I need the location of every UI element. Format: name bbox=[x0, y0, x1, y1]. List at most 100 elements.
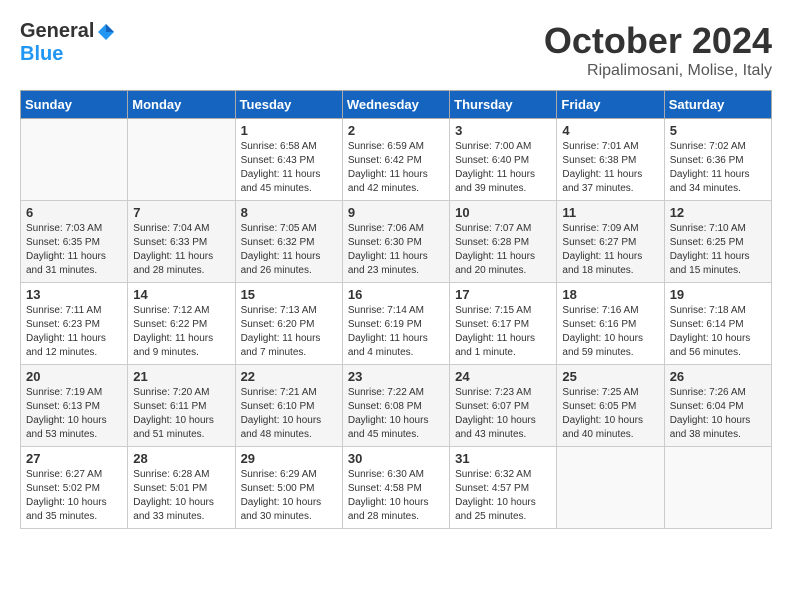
daylight-text: Daylight: 11 hours and 42 minutes. bbox=[348, 169, 428, 194]
sunrise-text: Sunrise: 7:19 AM bbox=[26, 387, 102, 398]
day-info: Sunrise: 7:02 AMSunset: 6:36 PMDaylight:… bbox=[670, 140, 766, 196]
header-saturday: Saturday bbox=[664, 91, 771, 119]
calendar-cell: 15Sunrise: 7:13 AMSunset: 6:20 PMDayligh… bbox=[235, 283, 342, 365]
logo-blue: Blue bbox=[20, 43, 63, 65]
day-number: 17 bbox=[455, 287, 551, 302]
day-number: 4 bbox=[562, 123, 658, 138]
calendar-cell: 22Sunrise: 7:21 AMSunset: 6:10 PMDayligh… bbox=[235, 365, 342, 447]
sunrise-text: Sunrise: 7:09 AM bbox=[562, 223, 638, 234]
calendar-cell: 5Sunrise: 7:02 AMSunset: 6:36 PMDaylight… bbox=[664, 119, 771, 201]
sunset-text: Sunset: 6:33 PM bbox=[133, 237, 207, 248]
header-friday: Friday bbox=[557, 91, 664, 119]
sunrise-text: Sunrise: 6:30 AM bbox=[348, 469, 424, 480]
daylight-text: Daylight: 10 hours and 45 minutes. bbox=[348, 415, 429, 440]
day-number: 23 bbox=[348, 369, 444, 384]
day-info: Sunrise: 7:12 AMSunset: 6:22 PMDaylight:… bbox=[133, 304, 229, 360]
calendar-cell: 16Sunrise: 7:14 AMSunset: 6:19 PMDayligh… bbox=[342, 283, 449, 365]
calendar-cell: 13Sunrise: 7:11 AMSunset: 6:23 PMDayligh… bbox=[21, 283, 128, 365]
day-number: 27 bbox=[26, 451, 122, 466]
sunrise-text: Sunrise: 7:16 AM bbox=[562, 305, 638, 316]
calendar-week-row: 6Sunrise: 7:03 AMSunset: 6:35 PMDaylight… bbox=[21, 201, 772, 283]
sunrise-text: Sunrise: 6:59 AM bbox=[348, 141, 424, 152]
daylight-text: Daylight: 11 hours and 39 minutes. bbox=[455, 169, 535, 194]
day-number: 28 bbox=[133, 451, 229, 466]
day-number: 13 bbox=[26, 287, 122, 302]
header-monday: Monday bbox=[128, 91, 235, 119]
day-number: 30 bbox=[348, 451, 444, 466]
day-info: Sunrise: 7:21 AMSunset: 6:10 PMDaylight:… bbox=[241, 386, 337, 442]
calendar-cell: 14Sunrise: 7:12 AMSunset: 6:22 PMDayligh… bbox=[128, 283, 235, 365]
day-info: Sunrise: 7:09 AMSunset: 6:27 PMDaylight:… bbox=[562, 222, 658, 278]
sunrise-text: Sunrise: 7:26 AM bbox=[670, 387, 746, 398]
day-number: 3 bbox=[455, 123, 551, 138]
day-info: Sunrise: 7:20 AMSunset: 6:11 PMDaylight:… bbox=[133, 386, 229, 442]
sunrise-text: Sunrise: 7:18 AM bbox=[670, 305, 746, 316]
calendar-cell: 28Sunrise: 6:28 AMSunset: 5:01 PMDayligh… bbox=[128, 447, 235, 529]
sunrise-text: Sunrise: 7:25 AM bbox=[562, 387, 638, 398]
calendar-cell: 8Sunrise: 7:05 AMSunset: 6:32 PMDaylight… bbox=[235, 201, 342, 283]
day-number: 29 bbox=[241, 451, 337, 466]
sunset-text: Sunset: 5:01 PM bbox=[133, 483, 207, 494]
day-number: 25 bbox=[562, 369, 658, 384]
sunrise-text: Sunrise: 7:12 AM bbox=[133, 305, 209, 316]
sunset-text: Sunset: 6:35 PM bbox=[26, 237, 100, 248]
calendar-week-row: 27 Sunrise: 6:27 AMSunset: 5:02 PMDayligh… bbox=[21, 447, 772, 529]
day-info: Sunrise: 7:05 AMSunset: 6:32 PMDaylight:… bbox=[241, 222, 337, 278]
logo-general: General bbox=[20, 20, 94, 43]
day-info: Sunrise: 7:19 AMSunset: 6:13 PMDaylight:… bbox=[26, 386, 122, 442]
calendar-cell: 18Sunrise: 7:16 AMSunset: 6:16 PMDayligh… bbox=[557, 283, 664, 365]
page-header: General Blue October 2024 Ripalimosani, … bbox=[20, 20, 772, 80]
calendar-cell bbox=[664, 447, 771, 529]
calendar-week-row: 13Sunrise: 7:11 AMSunset: 6:23 PMDayligh… bbox=[21, 283, 772, 365]
sunset-text: Sunset: 6:19 PM bbox=[348, 319, 422, 330]
daylight-text: Daylight: 10 hours and 56 minutes. bbox=[670, 333, 751, 358]
day-number: 16 bbox=[348, 287, 444, 302]
sunrise-text: Sunrise: 7:01 AM bbox=[562, 141, 638, 152]
day-info: Sunrise: 6:27 AMSunset: 5:02 PMDaylight:… bbox=[26, 468, 122, 524]
calendar-cell: 27 Sunrise: 6:27 AMSunset: 5:02 PMDayligh… bbox=[21, 447, 128, 529]
daylight-text: Daylight: 10 hours and 38 minutes. bbox=[670, 415, 751, 440]
sunrise-text: Sunrise: 7:21 AM bbox=[241, 387, 317, 398]
sunrise-text: Sunrise: 7:00 AM bbox=[455, 141, 531, 152]
daylight-text: Daylight: 10 hours and 48 minutes. bbox=[241, 415, 322, 440]
sunset-text: Sunset: 6:25 PM bbox=[670, 237, 744, 248]
sunset-text: Sunset: 6:30 PM bbox=[348, 237, 422, 248]
daylight-text: Daylight: 11 hours and 7 minutes. bbox=[241, 333, 321, 358]
title-section: October 2024 Ripalimosani, Molise, Italy bbox=[544, 20, 772, 80]
sunrise-text: Sunrise: 6:27 AM bbox=[26, 469, 102, 480]
daylight-text: Daylight: 10 hours and 53 minutes. bbox=[26, 415, 107, 440]
calendar-cell: 4Sunrise: 7:01 AMSunset: 6:38 PMDaylight… bbox=[557, 119, 664, 201]
daylight-text: Daylight: 10 hours and 51 minutes. bbox=[133, 415, 214, 440]
sunrise-text: Sunrise: 7:10 AM bbox=[670, 223, 746, 234]
day-info: Sunrise: 7:00 AMSunset: 6:40 PMDaylight:… bbox=[455, 140, 551, 196]
daylight-text: Daylight: 10 hours and 28 minutes. bbox=[348, 497, 429, 522]
calendar-week-row: 20 Sunrise: 7:19 AMSunset: 6:13 PMDayligh… bbox=[21, 365, 772, 447]
day-info: Sunrise: 6:29 AMSunset: 5:00 PMDaylight:… bbox=[241, 468, 337, 524]
calendar-cell: 23 Sunrise: 7:22 AMSunset: 6:08 PMDayligh… bbox=[342, 365, 449, 447]
sunset-text: Sunset: 5:00 PM bbox=[241, 483, 315, 494]
sunrise-text: Sunrise: 7:11 AM bbox=[26, 305, 101, 316]
daylight-text: Daylight: 11 hours and 15 minutes. bbox=[670, 251, 750, 276]
day-info: Sunrise: 7:26 AMSunset: 6:04 PMDaylight:… bbox=[670, 386, 766, 442]
calendar-week-row: 1Sunrise: 6:58 AMSunset: 6:43 PMDaylight… bbox=[21, 119, 772, 201]
sunrise-text: Sunrise: 7:23 AM bbox=[455, 387, 531, 398]
day-info: Sunrise: 7:16 AMSunset: 6:16 PMDaylight:… bbox=[562, 304, 658, 360]
calendar-cell: 2 Sunrise: 6:59 AMSunset: 6:42 PMDaylight… bbox=[342, 119, 449, 201]
sunset-text: Sunset: 6:11 PM bbox=[133, 401, 206, 412]
day-info: Sunrise: 6:58 AMSunset: 6:43 PMDaylight:… bbox=[241, 140, 337, 196]
day-number: 2 bbox=[348, 123, 444, 138]
sunset-text: Sunset: 6:27 PM bbox=[562, 237, 636, 248]
day-info: Sunrise: 7:22 AMSunset: 6:08 PMDaylight:… bbox=[348, 386, 444, 442]
day-info: Sunrise: 6:59 AMSunset: 6:42 PMDaylight:… bbox=[348, 140, 444, 196]
sunrise-text: Sunrise: 7:04 AM bbox=[133, 223, 209, 234]
daylight-text: Daylight: 10 hours and 59 minutes. bbox=[562, 333, 643, 358]
calendar-cell: 30Sunrise: 6:30 AMSunset: 4:58 PMDayligh… bbox=[342, 447, 449, 529]
day-number: 20 bbox=[26, 369, 122, 384]
daylight-text: Daylight: 10 hours and 40 minutes. bbox=[562, 415, 643, 440]
sunset-text: Sunset: 6:36 PM bbox=[670, 155, 744, 166]
logo-icon bbox=[96, 22, 116, 42]
day-info: Sunrise: 7:25 AMSunset: 6:05 PMDaylight:… bbox=[562, 386, 658, 442]
month-title: October 2024 bbox=[544, 20, 772, 62]
sunset-text: Sunset: 6:17 PM bbox=[455, 319, 529, 330]
location-subtitle: Ripalimosani, Molise, Italy bbox=[544, 62, 772, 80]
